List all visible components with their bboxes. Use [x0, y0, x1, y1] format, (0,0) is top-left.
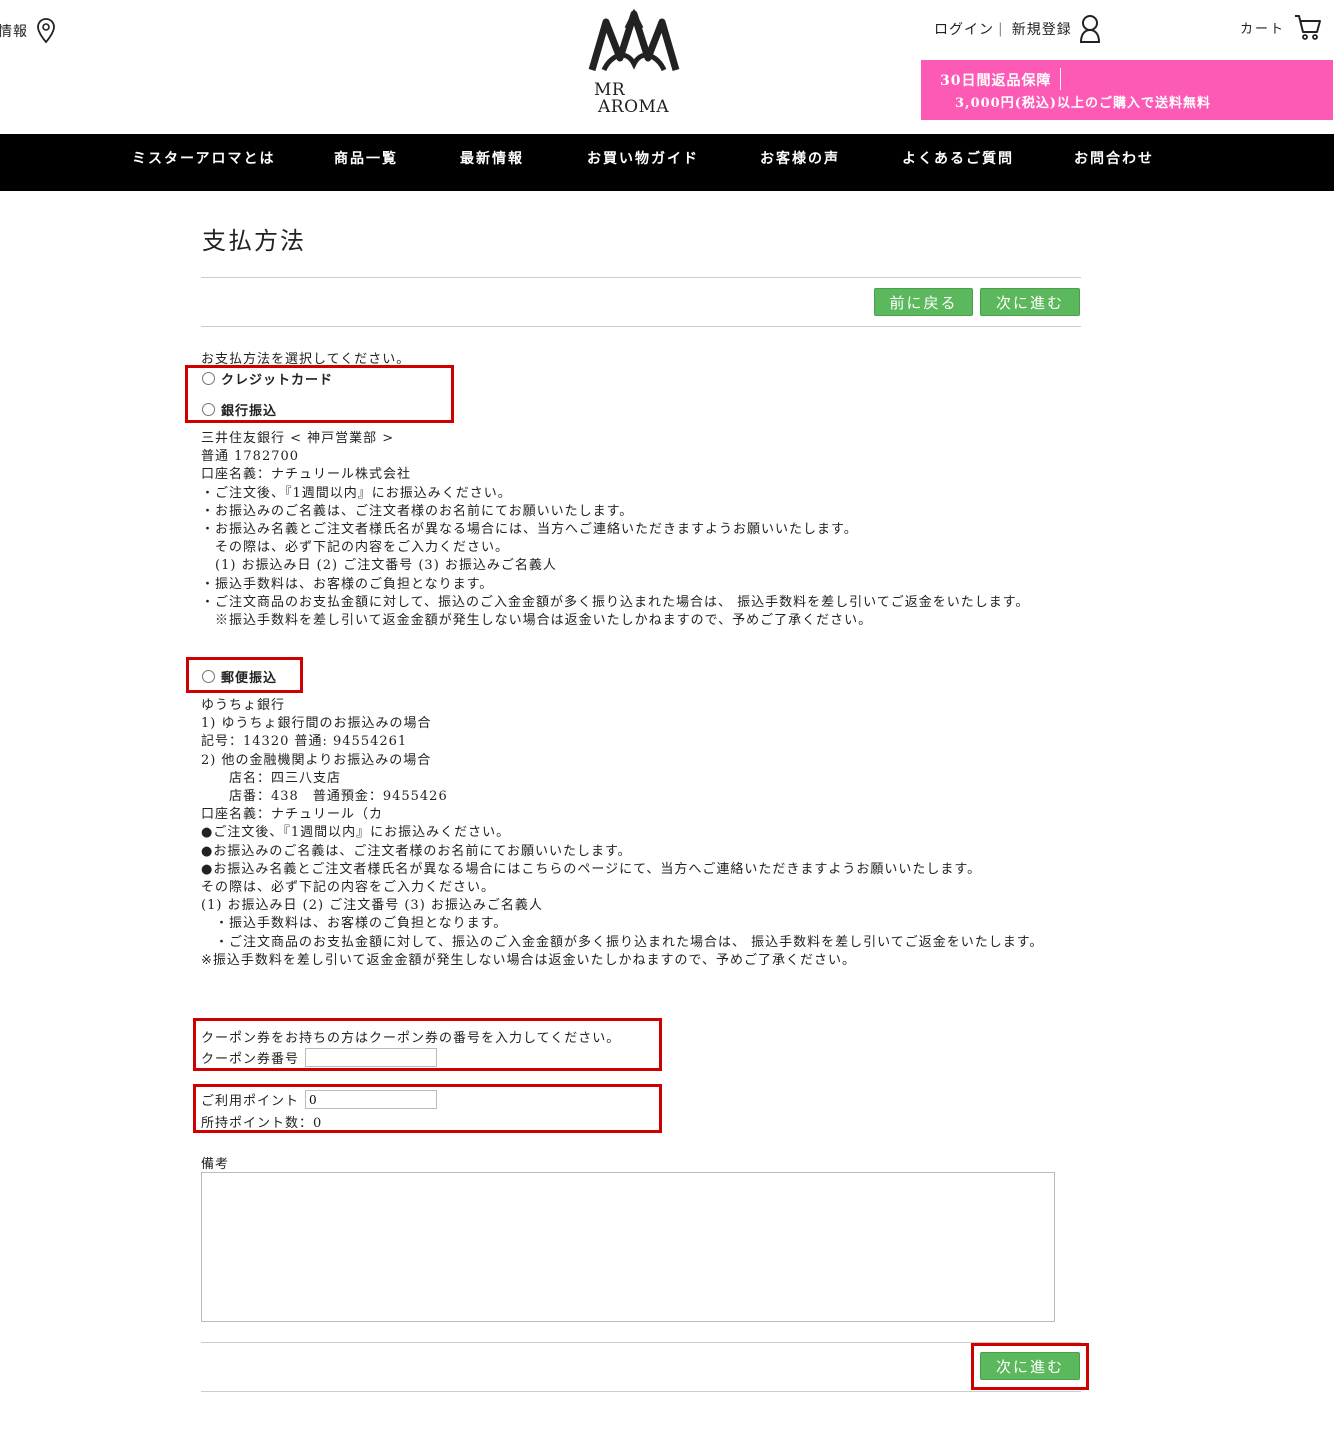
nav-item-faq[interactable]: よくあるご質問 [902, 134, 1014, 191]
promo-divider [1060, 68, 1061, 90]
cart-icon [1295, 15, 1322, 40]
register-link[interactable]: 新規登録 [1012, 19, 1072, 39]
next-button-top[interactable]: 次に進む [980, 288, 1080, 316]
user-icon[interactable] [1078, 14, 1102, 44]
nav-item-contact[interactable]: お問合わせ [1074, 134, 1154, 191]
divider [201, 1342, 1081, 1343]
logo-mark-icon [588, 8, 680, 72]
nav-item-products[interactable]: 商品一覧 [334, 134, 398, 191]
main-nav: ミスターアロマとは 商品一覧 最新情報 お買い物ガイド お客様の声 よくあるご質… [0, 134, 1334, 191]
remarks-label: 備考 [201, 1157, 230, 1172]
cart-label: カート [1240, 21, 1286, 37]
highlight-box-coupon [193, 1018, 662, 1071]
cart-link[interactable]: カート [1240, 12, 1323, 42]
highlight-box-points [193, 1084, 662, 1133]
store-info-label: 情報 [0, 24, 28, 40]
user-links: ログイン | 新規登録 [934, 14, 1102, 44]
location-pin-icon [37, 18, 55, 44]
highlight-box-postal [186, 657, 303, 693]
user-links-separator: | [998, 21, 1004, 37]
divider [201, 1391, 1081, 1392]
site-header: 情報 MR AROMA ログイン | 新規登録 カート 30日間返品保障 3,0… [0, 0, 1334, 134]
bank-transfer-details: 三井住友銀行 < 神戸営業部 > 普通 1782700 口座名義：ナチュリール株… [201, 431, 1030, 629]
remarks-textarea[interactable] [201, 1172, 1055, 1322]
logo-text: MR AROMA [594, 82, 669, 116]
divider [201, 277, 1081, 278]
logo-line-2: AROMA [598, 97, 670, 117]
promo-free-shipping: 3,000円(税込)以上のご購入で送料無料 [955, 96, 1212, 111]
postal-transfer-details: ゆうちょ銀行 1) ゆうちょ銀行間のお振込みの場合 記号：14320 普通: 9… [201, 698, 1044, 968]
site-logo[interactable]: MR AROMA [586, 8, 682, 116]
divider [201, 326, 1081, 327]
highlight-box-next [971, 1343, 1089, 1390]
promo-return-guarantee: 30日間返品保障 [940, 73, 1052, 89]
page-title: 支払方法 [202, 227, 306, 255]
login-link[interactable]: ログイン [934, 19, 994, 39]
back-button[interactable]: 前に戻る [874, 288, 973, 316]
nav-item-news[interactable]: 最新情報 [460, 134, 524, 191]
promo-banner[interactable]: 30日間返品保障 3,000円(税込)以上のご購入で送料無料 [921, 60, 1333, 120]
store-info-link[interactable]: 情報 [0, 18, 56, 44]
nav-item-reviews[interactable]: お客様の声 [760, 134, 840, 191]
highlight-box-payment-options [185, 365, 454, 423]
nav-item-shopping-guide[interactable]: お買い物ガイド [587, 134, 699, 191]
nav-item-about[interactable]: ミスターアロマとは [132, 134, 275, 191]
